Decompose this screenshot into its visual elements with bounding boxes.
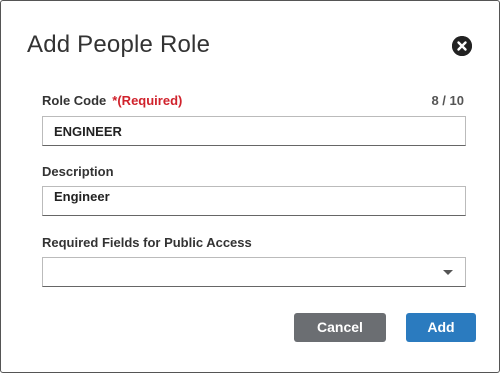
description-input[interactable]: Engineer bbox=[42, 186, 466, 216]
role-code-label: Role Code bbox=[42, 93, 107, 108]
public-access-label: Required Fields for Public Access bbox=[42, 235, 252, 250]
role-code-value: ENGINEER bbox=[54, 124, 122, 139]
role-code-label-group: Role Code *(Required) bbox=[42, 93, 182, 108]
role-code-input[interactable]: ENGINEER bbox=[42, 116, 466, 146]
description-label: Description bbox=[42, 164, 114, 179]
add-button[interactable]: Add bbox=[406, 313, 476, 342]
close-circle-icon bbox=[452, 36, 472, 56]
cancel-button[interactable]: Cancel bbox=[294, 313, 386, 342]
description-value: Engineer bbox=[54, 189, 110, 204]
close-button[interactable] bbox=[452, 36, 472, 56]
public-access-select[interactable] bbox=[42, 257, 466, 287]
character-counter: 8 / 10 bbox=[431, 93, 464, 108]
required-indicator: *(Required) bbox=[112, 93, 183, 108]
dialog-title: Add People Role bbox=[27, 31, 211, 58]
add-people-role-dialog: Add People Role Role Code *(Required) 8 /… bbox=[0, 0, 500, 373]
chevron-down-icon bbox=[443, 270, 453, 275]
